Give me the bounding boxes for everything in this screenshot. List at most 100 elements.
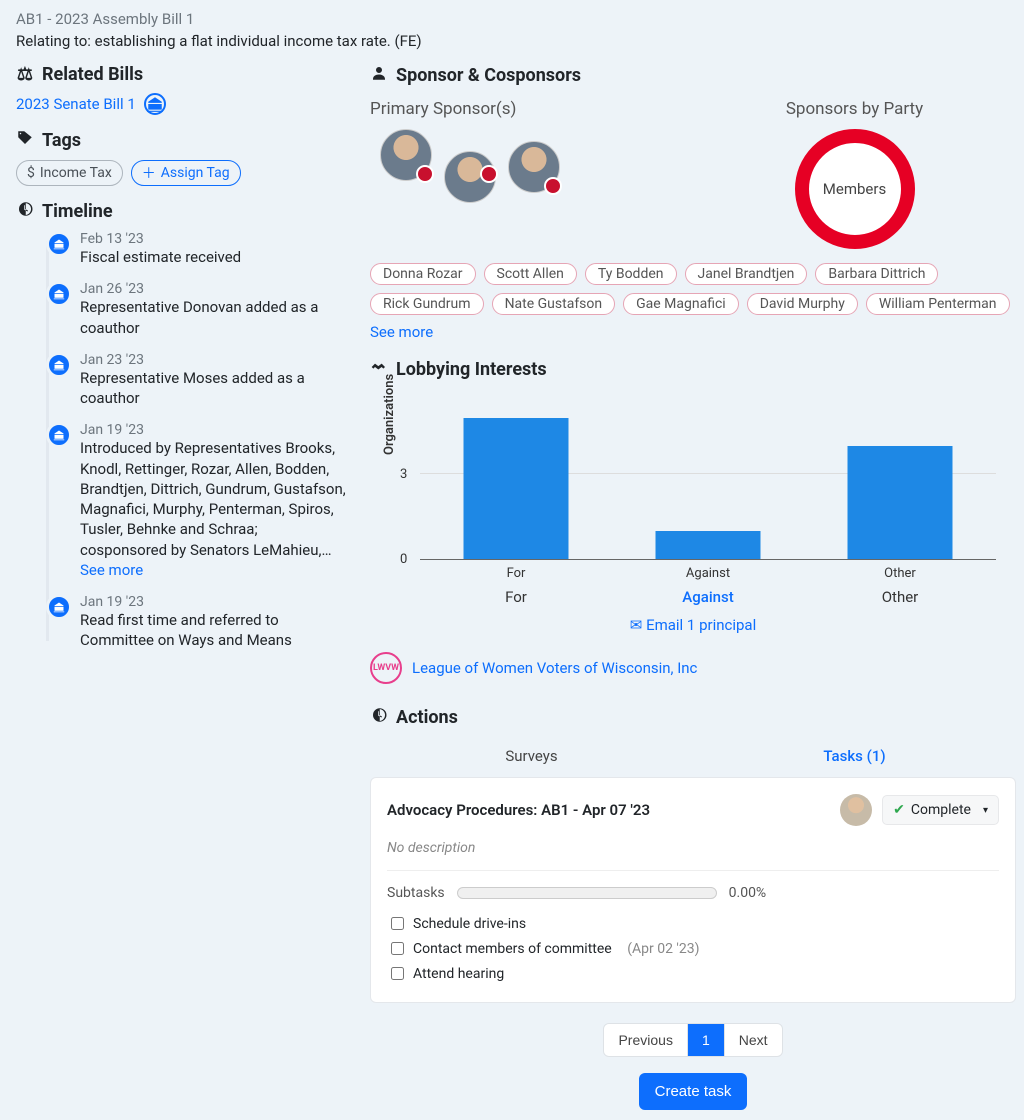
chart-bar-against: [656, 531, 761, 559]
timeline-text: Introduced by Representatives Brooks, Kn…: [80, 438, 346, 580]
government-icon[interactable]: [144, 93, 166, 115]
chart-bar-label: Against: [686, 566, 730, 581]
related-bill-link[interactable]: 2023 Senate Bill 1: [16, 95, 136, 113]
party-donut-chart: Members: [795, 129, 915, 249]
sponsor-avatar[interactable]: [380, 129, 432, 181]
chart-bar-label: For: [507, 566, 526, 581]
cosponsor-pill[interactable]: Donna Rozar: [370, 263, 476, 285]
sponsor-avatar[interactable]: [508, 141, 560, 193]
party-badge-republican: [416, 165, 434, 183]
related-bills-heading-text: Related Bills: [42, 64, 143, 85]
sponsors-heading: Sponsor & Cosponsors: [370, 64, 1016, 87]
cosponsor-pill[interactable]: Rick Gundrum: [370, 293, 484, 315]
actions-heading: Actions: [370, 706, 1016, 729]
cosponsor-pill[interactable]: Barbara Dittrich: [815, 263, 938, 285]
timeline-text-body: Introduced by Representatives Brooks, Kn…: [80, 439, 346, 558]
cosponsor-pill[interactable]: Gae Magnafici: [623, 293, 739, 315]
chart-bar-for: [464, 418, 569, 559]
timeline-item: Jan 19 '23 Read first time and referred …: [36, 594, 346, 651]
tag-pill-income-tax[interactable]: $ Income Tax: [16, 160, 123, 186]
primary-sponsors-heading: Primary Sponsor(s): [370, 99, 693, 119]
subtasks-label: Subtasks: [387, 885, 445, 901]
task-status-label: Complete: [911, 802, 971, 818]
cosponsor-list: Donna Rozar Scott Allen Ty Bodden Janel …: [370, 263, 1016, 341]
cosponsor-pill[interactable]: Ty Bodden: [585, 263, 677, 285]
tags-heading: Tags: [16, 129, 346, 152]
tags-heading-text: Tags: [42, 130, 81, 151]
cosponsors-see-more-link[interactable]: See more: [370, 323, 433, 341]
timeline-date: Feb 13 '23: [80, 231, 346, 247]
tab-surveys[interactable]: Surveys: [370, 737, 693, 775]
timeline-heading: Timeline: [16, 200, 346, 223]
actions-heading-text: Actions: [396, 707, 458, 728]
subtask-checkbox[interactable]: [391, 942, 404, 955]
cosponsor-pill[interactable]: David Murphy: [747, 293, 858, 315]
subtasks-progress-bar: [457, 887, 717, 899]
assign-tag-label: Assign Tag: [161, 165, 230, 181]
task-status-dropdown[interactable]: ✔ Complete ▾: [882, 795, 999, 825]
subtask-label: Schedule drive-ins: [413, 916, 526, 932]
timeline-heading-text: Timeline: [42, 201, 113, 222]
government-icon: [46, 352, 72, 378]
lobbying-heading: Lobbying Interests: [370, 357, 1016, 382]
related-bills-heading: ⚖ Related Bills: [16, 64, 346, 85]
tab-tasks[interactable]: Tasks (1): [693, 737, 1016, 775]
org-link[interactable]: League of Women Voters of Wisconsin, Inc: [412, 659, 697, 677]
email-principal-link[interactable]: ✉ Email 1 principal: [630, 616, 756, 634]
org-logo-badge: LWVW: [370, 652, 402, 684]
cosponsor-pill[interactable]: Nate Gustafson: [492, 293, 616, 315]
bill-title: AB1 - 2023 Assembly Bill 1: [16, 10, 1016, 28]
chevron-down-icon: ▾: [977, 805, 988, 816]
lobbying-heading-text: Lobbying Interests: [396, 359, 547, 380]
timeline-text: Representative Moses added as a coauthor: [80, 368, 346, 409]
chart-bar-label: Other: [884, 566, 916, 581]
plus-icon: ＋: [142, 163, 156, 183]
party-badge-republican: [480, 165, 498, 183]
task-title: Advocacy Procedures: AB1 - Apr 07 '23: [387, 801, 650, 819]
timeline-date: Jan 23 '23: [80, 352, 346, 368]
timeline: Feb 13 '23 Fiscal estimate received Jan …: [16, 231, 346, 651]
cosponsor-pill[interactable]: William Penterman: [866, 293, 1010, 315]
government-icon: [46, 281, 72, 307]
sponsors-by-party-heading: Sponsors by Party: [693, 99, 1016, 119]
subtasks-progress-text: 0.00%: [729, 885, 767, 901]
lobby-category-for[interactable]: For: [420, 588, 612, 606]
subtask-checkbox[interactable]: [391, 967, 404, 980]
subtask-checkbox[interactable]: [391, 917, 404, 930]
timeline-item: Jan 23 '23 Representative Moses added as…: [36, 352, 346, 409]
timeline-text: Representative Donovan added as a coauth…: [80, 297, 346, 338]
timeline-text: Fiscal estimate received: [80, 247, 346, 267]
check-icon: ✔: [893, 802, 905, 818]
task-assignee-avatar[interactable]: [840, 794, 872, 826]
create-task-button[interactable]: Create task: [639, 1073, 748, 1110]
timeline-date: Jan 19 '23: [80, 422, 346, 438]
cosponsor-pill[interactable]: Scott Allen: [484, 263, 577, 285]
timeline-item: Feb 13 '23 Fiscal estimate received: [36, 231, 346, 267]
lobby-category-against[interactable]: Against: [612, 588, 804, 606]
assign-tag-button[interactable]: ＋ Assign Tag: [131, 160, 241, 186]
chart-bar-other: [848, 446, 953, 559]
sponsors-heading-text: Sponsor & Cosponsors: [396, 65, 581, 86]
envelope-icon: ✉: [630, 616, 643, 634]
pagination-previous-button[interactable]: Previous: [604, 1024, 686, 1056]
lobbying-chart: Organizations 0 3 For Against: [370, 390, 1016, 684]
history-icon: [16, 200, 34, 223]
bill-description: Relating to: establishing a flat individ…: [16, 32, 1016, 50]
subtask-label: Contact members of committee: [413, 941, 612, 957]
timeline-see-more-link[interactable]: See more: [80, 561, 143, 579]
history-icon: [370, 706, 388, 729]
pagination-next-button[interactable]: Next: [724, 1024, 782, 1056]
person-icon: [370, 64, 388, 87]
party-badge-republican: [544, 177, 562, 195]
subtask-item: Contact members of committee (Apr 02 '23…: [387, 936, 999, 961]
pagination-page-button[interactable]: 1: [687, 1024, 724, 1056]
timeline-text: Read first time and referred to Committe…: [80, 610, 346, 651]
task-no-description: No description: [387, 840, 999, 856]
cosponsor-pill[interactable]: Janel Brandtjen: [685, 263, 808, 285]
chart-y-axis-label: Organizations: [382, 373, 397, 454]
sponsor-avatar[interactable]: [444, 129, 496, 181]
timeline-item: Jan 26 '23 Representative Donovan added …: [36, 281, 346, 338]
subtask-label: Attend hearing: [413, 966, 504, 982]
lobby-category-other[interactable]: Other: [804, 588, 996, 606]
task-card: Advocacy Procedures: AB1 - Apr 07 '23 ✔ …: [370, 777, 1016, 1003]
